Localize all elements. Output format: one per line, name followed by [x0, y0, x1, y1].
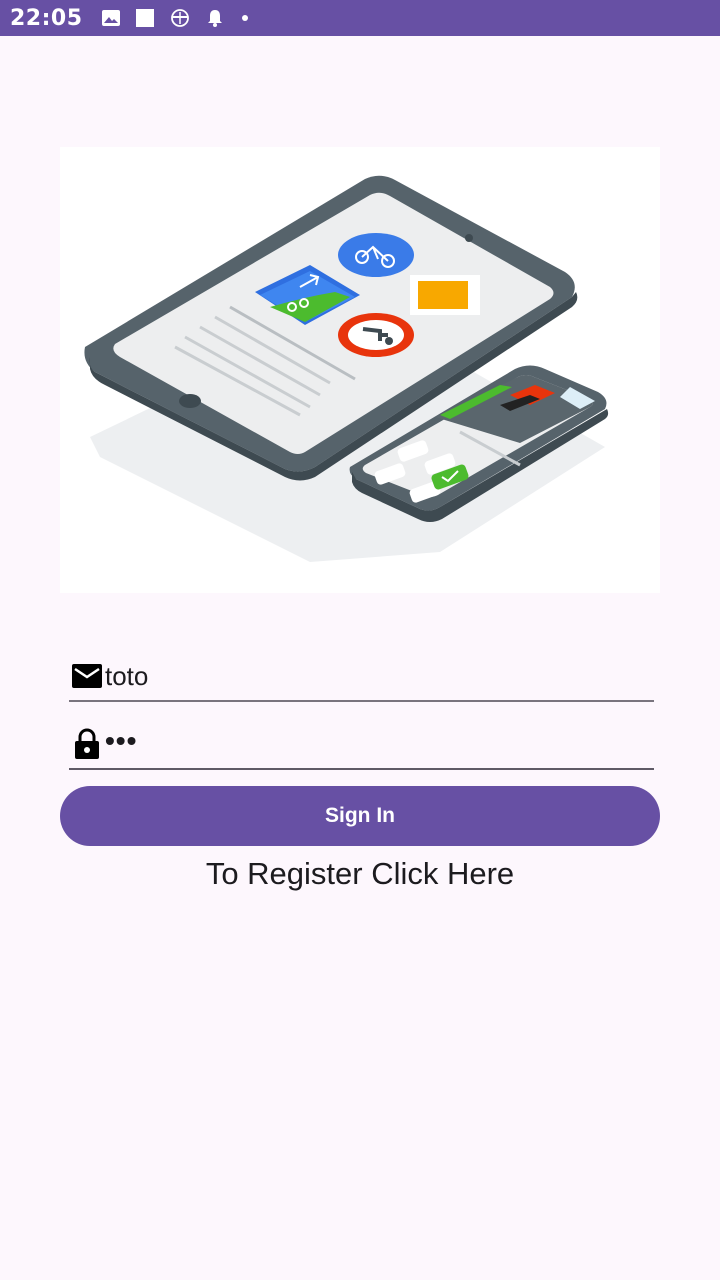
password-value: •••: [105, 725, 138, 756]
mail-icon: [69, 658, 105, 694]
bell-icon: [205, 8, 225, 28]
password-field[interactable]: •••: [69, 720, 654, 770]
email-value: toto: [105, 660, 149, 691]
square-icon: [135, 8, 155, 28]
email-field[interactable]: toto: [69, 652, 654, 702]
hero-illustration: [60, 147, 660, 593]
image-icon: [101, 8, 121, 28]
status-icons: [101, 8, 251, 28]
helicopter-icon: [169, 8, 191, 28]
status-time: 22:05: [10, 5, 83, 31]
lock-icon: [69, 726, 105, 762]
register-link[interactable]: To Register Click Here: [0, 856, 720, 892]
dot-icon: [239, 8, 251, 28]
sign-in-button[interactable]: Sign In: [60, 786, 660, 846]
status-bar: 22:05: [0, 0, 720, 36]
